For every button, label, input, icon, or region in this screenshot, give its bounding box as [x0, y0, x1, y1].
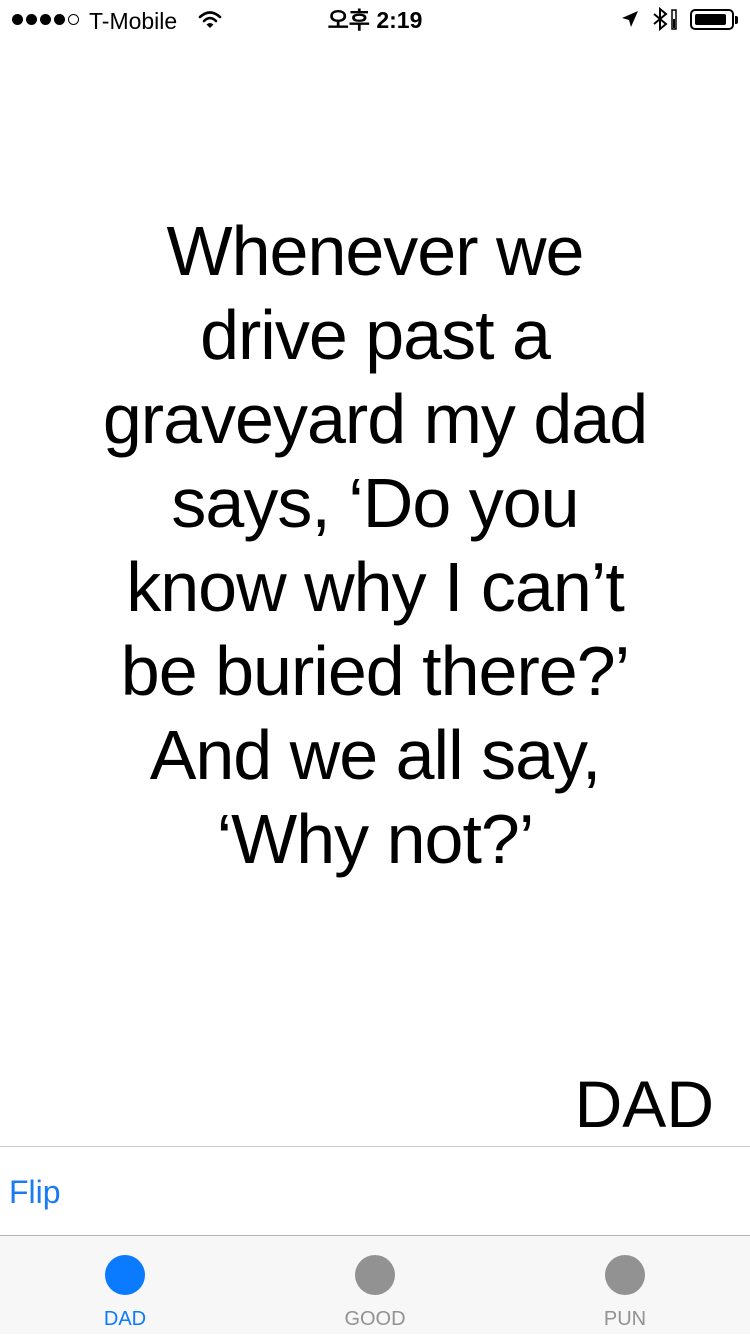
quote-category-label: DAD — [574, 1067, 714, 1141]
location-arrow-icon — [620, 9, 640, 34]
toolbar-divider — [0, 1146, 750, 1147]
tab-label: GOOD — [344, 1308, 406, 1330]
circle-icon — [105, 1255, 145, 1295]
battery-tip — [735, 16, 738, 24]
quote-text: Whenever we drive past a graveyard my da… — [102, 212, 648, 878]
flip-button[interactable]: Flip — [9, 1172, 61, 1212]
tab-bar: DAD GOOD PUN — [0, 1235, 750, 1334]
bluetooth-icon — [650, 6, 680, 36]
circle-icon — [355, 1255, 395, 1295]
circle-icon — [605, 1255, 645, 1295]
tab-label: DAD — [103, 1308, 147, 1330]
tab-dad[interactable]: DAD — [0, 1236, 250, 1335]
battery-icon — [690, 9, 734, 30]
tab-pun[interactable]: PUN — [500, 1236, 750, 1335]
battery-level-fill — [695, 14, 726, 25]
status-bar: T-Mobile 오후 2:19 — [0, 0, 750, 40]
tab-label: PUN — [603, 1308, 647, 1330]
tab-good[interactable]: GOOD — [250, 1236, 500, 1335]
